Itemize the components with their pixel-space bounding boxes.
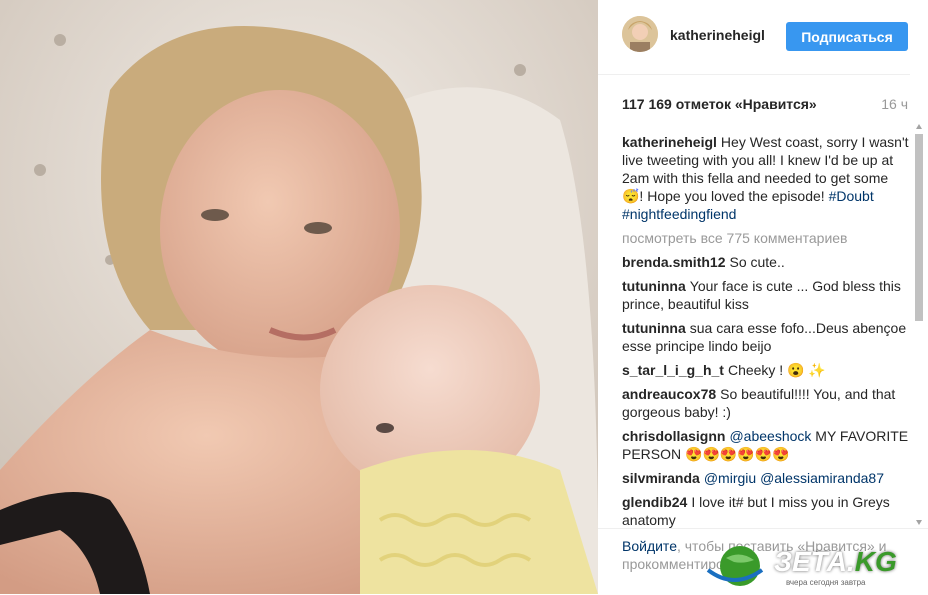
comments-list: katherineheigl Hey West coast, sorry I wa… xyxy=(622,133,912,535)
post-details-panel: katherineheigl Подписаться 117 169 отмет… xyxy=(598,0,928,595)
comment-item: silvmiranda @mirgiu @alessiamiranda87 xyxy=(622,469,912,487)
comment-item: andreaucox78 So beautiful!!!! You, and th… xyxy=(622,385,912,421)
comment-username[interactable]: silvmiranda xyxy=(622,470,700,486)
comment-item: brenda.smith12 So cute.. xyxy=(622,253,912,271)
watermark-tld: KG xyxy=(854,546,897,577)
mention-link[interactable]: @mirgiu xyxy=(704,470,756,486)
comment-username[interactable]: brenda.smith12 xyxy=(622,254,725,270)
scrollbar-thumb[interactable] xyxy=(915,134,923,321)
comment-item: tutuninna sua cara esse fofo...Deus abenç… xyxy=(622,319,912,355)
site-watermark: ЗЕТА.KG вчера сегодня завтра xyxy=(704,540,928,594)
watermark-brand: ЗЕТА.KG xyxy=(774,546,897,578)
comment-username[interactable]: glendib24 xyxy=(622,494,687,510)
likes-count[interactable]: 117 169 отметок «Нравится» xyxy=(622,96,817,112)
comment-item: glendib24 I love it# but I miss you in Gr… xyxy=(622,493,912,529)
comment-username[interactable]: tutuninna xyxy=(622,278,686,294)
caption-username[interactable]: katherineheigl xyxy=(622,134,717,150)
photo-illustration xyxy=(0,0,598,594)
post-header: katherineheigl Подписаться xyxy=(598,0,910,75)
hashtag-link[interactable]: #nightfeedingfiend xyxy=(622,206,736,222)
hashtag-link[interactable]: #Doubt xyxy=(829,188,874,204)
watermark-tagline: вчера сегодня завтра xyxy=(786,578,866,587)
comment-text: Cheeky ! 😮 ✨ xyxy=(727,362,826,378)
comment-item: tutuninna Your face is cute ... God bless… xyxy=(622,277,912,313)
avatar-image-icon xyxy=(622,16,658,52)
post-author-username[interactable]: katherineheigl xyxy=(670,27,765,43)
watermark-brand-name: ЗЕТА. xyxy=(774,546,855,577)
mention-link[interactable]: @alessiamiranda87 xyxy=(760,470,884,486)
comment-item: s_tar_l_i_g_h_t Cheeky ! 😮 ✨ xyxy=(622,361,912,379)
comment-item: chrisdollasignn @abeeshock MY FAVORITE PE… xyxy=(622,427,912,463)
caption: katherineheigl Hey West coast, sorry I wa… xyxy=(622,133,912,223)
follow-button[interactable]: Подписаться xyxy=(786,22,908,51)
post-photo[interactable] xyxy=(0,0,598,594)
post-stats: 117 169 отметок «Нравится» 16 ч xyxy=(622,96,908,112)
globe-logo-icon xyxy=(706,546,764,586)
scroll-up-arrow-icon[interactable] xyxy=(916,124,922,129)
comment-username[interactable]: tutuninna xyxy=(622,320,686,336)
comment-username[interactable]: andreaucox78 xyxy=(622,386,716,402)
scroll-down-arrow-icon[interactable] xyxy=(916,520,922,525)
comment-username[interactable]: chrisdollasignn xyxy=(622,428,725,444)
login-link[interactable]: Войдите xyxy=(622,538,677,554)
view-all-comments-link[interactable]: посмотреть все 775 комментариев xyxy=(622,229,912,247)
mention-link[interactable]: @abeeshock xyxy=(729,428,811,444)
comment-username[interactable]: s_tar_l_i_g_h_t xyxy=(622,362,724,378)
comment-text: So cute.. xyxy=(729,254,785,270)
post-time[interactable]: 16 ч xyxy=(881,96,908,112)
avatar[interactable] xyxy=(622,16,658,52)
